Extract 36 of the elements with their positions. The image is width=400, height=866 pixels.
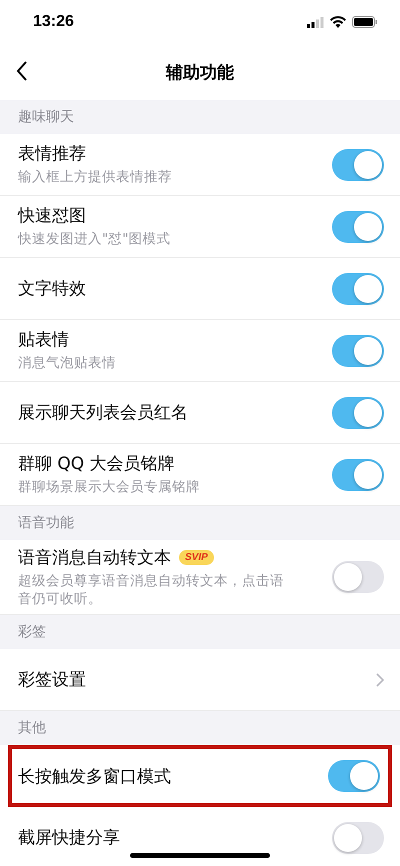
setting-title: 表情推荐 xyxy=(18,143,86,166)
setting-description: 消息气泡贴表情 xyxy=(18,354,117,373)
setting-description: 输入框上方提供表情推荐 xyxy=(18,168,173,187)
setting-description: 快速发图进入"怼"图模式 xyxy=(18,230,172,249)
toggle-switch[interactable] xyxy=(332,822,384,854)
battery-icon xyxy=(352,16,378,28)
section-header: 其他 xyxy=(18,719,46,738)
setting-title: 语音消息自动转文本 xyxy=(18,547,171,569)
chevron-icon xyxy=(376,672,384,687)
setting-title: 文字特效 xyxy=(18,278,86,300)
toggle-switch[interactable] xyxy=(332,561,384,594)
page-title: 辅助功能 xyxy=(166,62,234,84)
setting-title: 快速怼图 xyxy=(18,205,86,228)
setting-title: 群聊 QQ 大会员铭牌 xyxy=(18,453,175,476)
svip-badge: SVIP xyxy=(179,550,214,565)
toggle-switch[interactable] xyxy=(332,210,384,242)
toggle-switch[interactable] xyxy=(332,272,384,304)
setting-description: 群聊场景展示大会员专属铭牌 xyxy=(18,478,201,497)
toggle-switch[interactable] xyxy=(328,760,380,792)
section-header: 趣味聊天 xyxy=(18,108,74,126)
setting-title: 长按触发多窗口模式 xyxy=(18,766,171,788)
signal-icon xyxy=(307,16,324,28)
setting-title: 展示聊天列表会员红名 xyxy=(18,402,188,424)
section-header: 语音功能 xyxy=(18,514,74,532)
toggle-switch[interactable] xyxy=(332,396,384,428)
setting-title: 截屏快捷分享 xyxy=(18,827,120,850)
section-header: 彩签 xyxy=(18,623,46,642)
back-icon[interactable] xyxy=(16,61,28,81)
setting-description: 超级会员尊享语音消息自动转文本，点击语音仍可收听。 xyxy=(18,572,285,608)
setting-title: 贴表情 xyxy=(18,329,69,352)
toggle-switch[interactable] xyxy=(332,334,384,366)
toggle-switch[interactable] xyxy=(332,458,384,490)
status-time: 13:26 xyxy=(33,13,74,31)
wifi-icon xyxy=(330,16,346,28)
toggle-switch[interactable] xyxy=(332,148,384,180)
setting-title: 彩签设置 xyxy=(18,669,86,692)
